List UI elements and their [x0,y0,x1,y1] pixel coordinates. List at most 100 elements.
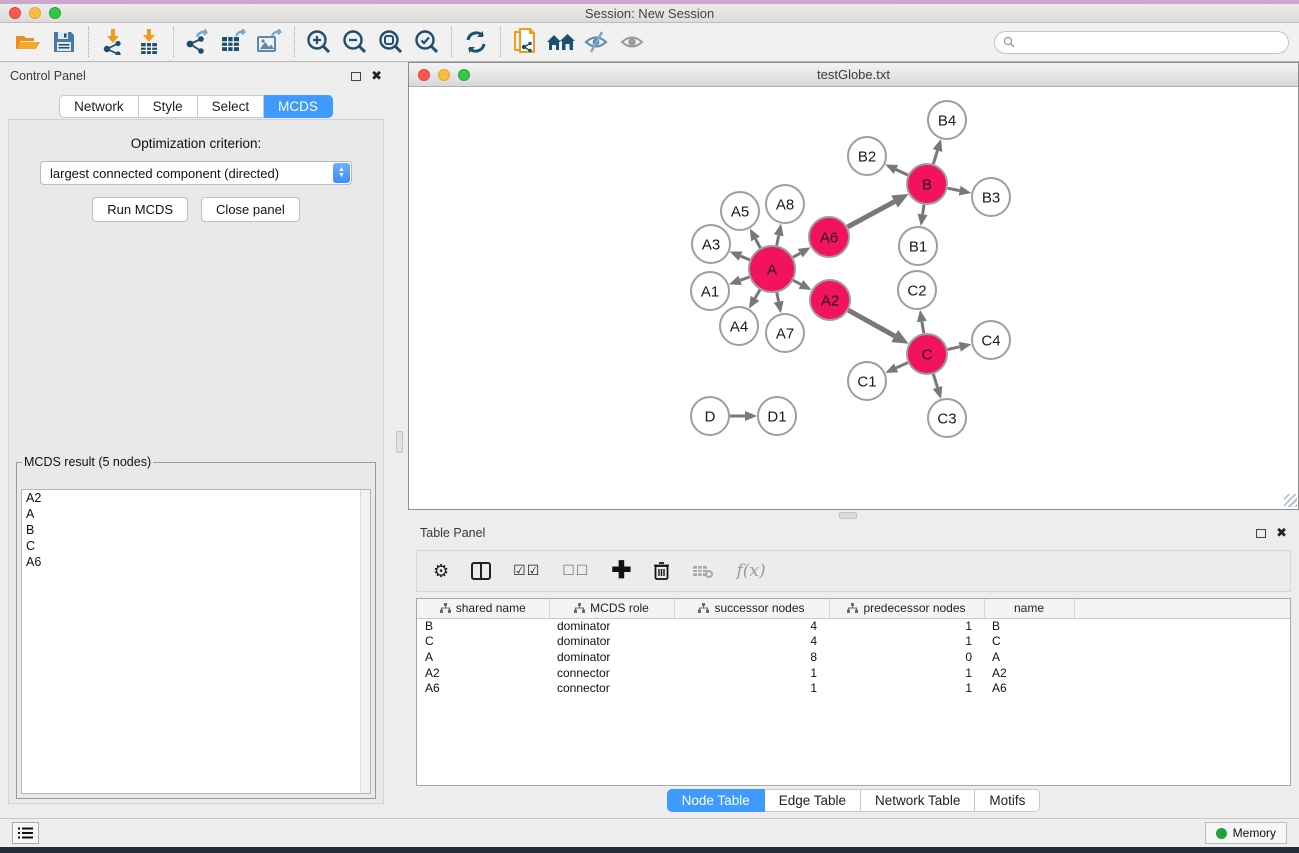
float-panel-icon[interactable] [351,72,361,81]
table-row[interactable]: Adominator80A [417,649,1290,665]
edge-A-A7[interactable] [777,293,779,302]
column-header-MCDS-role[interactable]: MCDS role [549,599,674,618]
delete-columns-button[interactable] [653,556,670,586]
tab-motifs[interactable]: Motifs [975,789,1040,812]
node-A1[interactable]: A1 [691,272,729,310]
node-A3[interactable]: A3 [692,225,730,263]
tab-node-table[interactable]: Node Table [667,789,765,812]
hide-graphics-details-button[interactable] [579,26,615,58]
memory-button[interactable]: Memory [1205,822,1287,844]
edge-A2-C[interactable] [848,310,894,336]
search-input[interactable] [994,31,1289,54]
delete-table-button[interactable] [692,556,714,586]
task-history-button[interactable] [12,822,39,844]
edge-C-C3[interactable] [933,374,937,388]
tab-select[interactable]: Select [198,95,265,118]
node-B[interactable]: B [907,164,947,204]
result-item[interactable]: C [22,538,370,554]
result-scrollbar[interactable] [360,490,370,793]
import-network-button[interactable] [95,26,131,58]
table-row[interactable]: Cdominator41C [417,634,1290,650]
import-table-button[interactable] [131,26,167,58]
open-session-button[interactable] [10,26,46,58]
node-A[interactable]: A [749,246,795,292]
zoom-fit-button[interactable] [373,26,409,58]
window-resize-grip-icon[interactable] [1284,494,1297,507]
tab-network-table[interactable]: Network Table [861,789,975,812]
edge-A-A5[interactable] [756,239,761,248]
tab-mcds[interactable]: MCDS [264,95,333,118]
node-C2[interactable]: C2 [898,271,936,309]
edge-B-B1[interactable] [923,205,924,215]
node-B3[interactable]: B3 [972,178,1010,216]
export-table-button[interactable] [216,26,252,58]
refresh-layout-button[interactable] [458,26,494,58]
edge-C-C4[interactable] [948,347,960,350]
edge-A-A8[interactable] [777,235,779,245]
home-button[interactable] [543,26,579,58]
node-D1[interactable]: D1 [758,397,796,435]
node-C3[interactable]: C3 [928,399,966,437]
criterion-select[interactable]: largest connected component (directed) ▲… [40,161,352,185]
tab-edge-table[interactable]: Edge Table [765,789,861,812]
save-session-button[interactable] [46,26,82,58]
deselect-all-rows-button[interactable]: ☐☐ [562,556,589,586]
node-A4[interactable]: A4 [720,307,758,345]
node-B1[interactable]: B1 [899,227,937,265]
edge-A-A1[interactable] [740,277,749,280]
node-B4[interactable]: B4 [928,101,966,139]
close-panel-icon[interactable]: ✖ [1276,528,1287,538]
edge-B-B3[interactable] [948,188,960,190]
tab-network[interactable]: Network [59,95,139,118]
node-C[interactable]: C [907,334,947,374]
edge-A-A3[interactable] [741,256,750,260]
zoom-selected-button[interactable] [409,26,445,58]
zoom-out-button[interactable] [337,26,373,58]
run-mcds-button[interactable]: Run MCDS [92,197,188,222]
column-header-successor-nodes[interactable]: successor nodes [674,599,829,618]
node-C1[interactable]: C1 [848,362,886,400]
result-item[interactable]: B [22,522,370,538]
node-A6[interactable]: A6 [809,217,849,257]
node-A2[interactable]: A2 [810,280,850,320]
table-row[interactable]: A2connector11A2 [417,665,1290,681]
node-D[interactable]: D [691,397,729,435]
tab-style[interactable]: Style [139,95,198,118]
edge-A-A6[interactable] [793,253,800,257]
result-item[interactable]: A2 [22,490,370,506]
show-graphics-details-button[interactable] [615,26,651,58]
close-panel-icon[interactable]: ✖ [371,71,382,81]
table-row[interactable]: Bdominator41B [417,618,1290,634]
splitter-grip[interactable] [396,431,403,453]
export-image-button[interactable] [252,26,288,58]
node-table[interactable]: shared nameMCDS rolesuccessor nodesprede… [417,599,1290,696]
clone-network-view-button[interactable] [507,26,543,58]
edge-B-B4[interactable] [933,151,937,165]
table-options-button[interactable]: ⚙ [433,556,449,586]
table-row[interactable]: A6connector11A6 [417,680,1290,696]
split-view-button[interactable] [471,556,491,586]
edge-A-A4[interactable] [755,290,760,299]
result-item[interactable]: A6 [22,554,370,570]
mcds-result-list[interactable]: A2ABCA6 [21,489,371,794]
column-header-name[interactable]: name [984,599,1074,618]
node-A8[interactable]: A8 [766,185,804,223]
vertical-splitter[interactable] [392,62,408,818]
network-canvas[interactable]: AA6A2BCA5A8A3A1A4A7B2B4B3B1C2C4C1C3DD1 [409,87,1298,508]
horizontal-splitter[interactable] [408,510,1299,520]
edge-B-B2[interactable] [896,170,908,176]
splitter-grip[interactable] [839,512,857,519]
edge-A-A2[interactable] [793,280,801,284]
edge-A6-B[interactable] [848,202,895,227]
column-header-shared-name[interactable]: shared name [417,599,549,618]
node-B2[interactable]: B2 [848,137,886,175]
node-A7[interactable]: A7 [766,314,804,352]
result-item[interactable]: A [22,506,370,522]
column-header-predecessor-nodes[interactable]: predecessor nodes [829,599,984,618]
function-builder-button[interactable]: f(x) [736,556,765,586]
add-column-button[interactable]: ✚ [611,556,631,586]
node-A5[interactable]: A5 [721,192,759,230]
edge-C-C1[interactable] [896,363,908,368]
zoom-in-button[interactable] [301,26,337,58]
close-panel-button[interactable]: Close panel [201,197,300,222]
